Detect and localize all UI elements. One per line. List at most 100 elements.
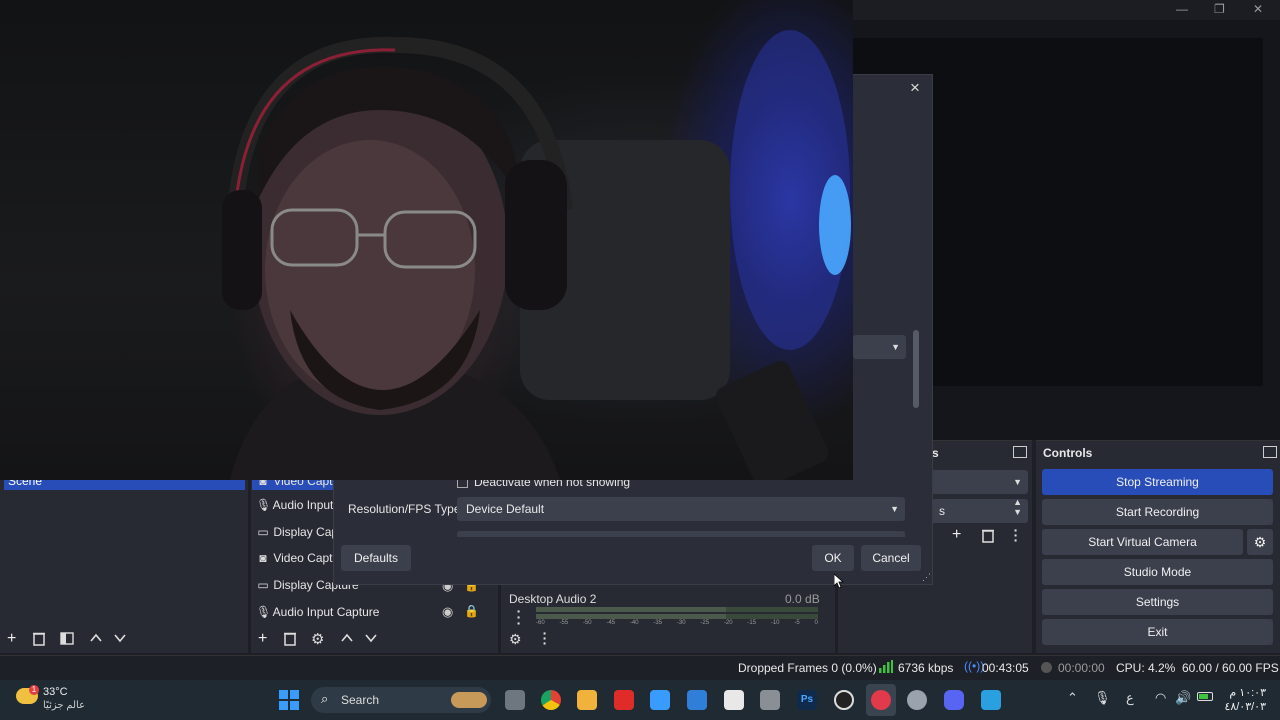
volume-meter (536, 607, 818, 612)
webcam-overlay (0, 0, 853, 480)
lock-icon[interactable]: 🔒 (464, 604, 479, 618)
mixer-scale: -60 -55 -50 -45 -40 -35 -30 -25 -20 -15 -10 -5 0 (536, 620, 818, 628)
stream-time: 00:43:05 (982, 661, 1029, 675)
dialog-close-icon[interactable]: × (910, 78, 920, 98)
virtual-camera-gear-icon[interactable]: ⚙ (1247, 529, 1273, 555)
discord-icon[interactable] (944, 690, 964, 710)
battery-icon[interactable] (1197, 692, 1213, 701)
scale-tick: -10 (770, 620, 780, 626)
source-item[interactable]: ◙ Video Captu (256, 546, 339, 570)
transition-duration-field[interactable]: s ▲ ▼ (930, 497, 1028, 523)
scale-tick: -5 (794, 620, 800, 626)
visibility-eye-icon[interactable]: ◉ (442, 604, 453, 620)
language-indicator[interactable]: ع (1126, 690, 1134, 706)
source-properties-gear-icon[interactable]: ⚙ (311, 630, 324, 648)
resize-grip-icon[interactable]: ⋰ (922, 572, 931, 583)
resolution-field-partial[interactable] (457, 531, 905, 537)
exit-button[interactable]: Exit (1042, 619, 1273, 645)
resolution-value: Device Default (466, 502, 545, 516)
app-window-icon-2[interactable] (687, 690, 707, 710)
source-item[interactable]: 🎙 Audio Input (256, 493, 333, 517)
stop-streaming-button[interactable]: Stop Streaming (1042, 469, 1273, 495)
device-select-tail[interactable]: ▼ (853, 335, 906, 359)
transitions-undock-icon[interactable] (1013, 446, 1027, 458)
duration-unit: s (939, 504, 945, 518)
photos-icon[interactable] (981, 690, 1001, 710)
remove-source-icon[interactable] (283, 631, 297, 649)
chrome-icon[interactable] (541, 690, 561, 710)
scale-tick: -25 (700, 620, 710, 626)
controls-title: Controls (1043, 446, 1093, 460)
clock-time[interactable]: ١٠:٠٣ م (1226, 686, 1266, 699)
source-item[interactable]: 🎙 Audio Input Capture (256, 600, 379, 624)
scene-filter-icon[interactable] (60, 632, 74, 648)
scale-tick: -50 (582, 620, 592, 626)
dialog-scrollbar[interactable] (913, 330, 919, 408)
ok-button[interactable]: OK (812, 545, 854, 571)
start-virtual-camera-button[interactable]: Start Virtual Camera (1042, 529, 1243, 555)
remove-transition-icon[interactable] (981, 528, 995, 546)
chevron-down-icon: ▼ (1013, 477, 1022, 487)
mixer-channel-name: Desktop Audio 2 (509, 592, 597, 606)
mixer-settings-gear-icon[interactable]: ⚙ (509, 631, 522, 648)
cancel-button[interactable]: Cancel (861, 545, 921, 571)
mic-icon: 🎙 (256, 605, 272, 619)
start-recording-button[interactable]: Start Recording (1042, 499, 1273, 525)
bitrate: 6736 kbps (898, 661, 954, 675)
source-label: Video Captu (273, 551, 340, 565)
source-item[interactable]: ▭ Display Cap (256, 520, 338, 544)
windows-start-icon[interactable] (279, 690, 299, 713)
usb-drive-icon[interactable] (760, 690, 780, 710)
defaults-button[interactable]: Defaults (341, 545, 411, 571)
chevron-up-icon[interactable]: ⌃ (1067, 690, 1078, 706)
youtube-icon[interactable] (614, 690, 634, 710)
settings-gear-app-icon[interactable] (907, 690, 927, 710)
add-scene-icon[interactable]: + (7, 630, 16, 648)
camera-icon: ◙ (259, 551, 267, 565)
app-window-icon[interactable] (650, 690, 670, 710)
monitor-icon: ▭ (257, 578, 269, 592)
photoshop-icon[interactable]: Ps (797, 690, 817, 710)
channel-menu-icon[interactable]: · · · (515, 604, 523, 630)
store-icon[interactable] (724, 690, 744, 710)
wifi-icon[interactable]: ◠ (1155, 690, 1166, 706)
transitions-title: s (932, 446, 939, 460)
weather-desc: عالم جزئيًا (43, 700, 86, 711)
add-transition-icon[interactable]: + (952, 526, 961, 544)
clock-date[interactable]: ٤٨/٠٣/٠٣ (1222, 700, 1266, 713)
maximize-icon[interactable]: ❐ (1214, 2, 1225, 16)
remove-scene-icon[interactable] (32, 631, 46, 649)
search-icon: ⌕ (321, 691, 329, 706)
resolution-select[interactable]: Device Default ▼ (457, 497, 905, 521)
studio-mode-button[interactable]: Studio Mode (1042, 559, 1273, 585)
obs-icon[interactable] (834, 690, 854, 710)
move-source-up-icon[interactable] (340, 631, 354, 648)
transition-menu-icon[interactable]: · · · (1012, 523, 1020, 547)
microphone-tray-icon[interactable]: 🎙 (1094, 690, 1111, 706)
chevron-down-icon: ▼ (891, 342, 900, 352)
transition-type-select[interactable]: ▼ (930, 470, 1028, 494)
close-window-icon[interactable]: ✕ (1253, 2, 1263, 16)
volume-icon[interactable]: 🔊 (1175, 690, 1191, 706)
add-source-icon[interactable]: + (258, 630, 267, 648)
webcam-scene-illustration (222, 30, 851, 480)
task-view-icon[interactable] (505, 690, 525, 710)
move-scene-down-icon[interactable] (113, 631, 127, 648)
mixer-menu-icon[interactable]: · · · (541, 626, 549, 650)
mouse-cursor-icon (833, 573, 845, 591)
dropped-frames: Dropped Frames 0 (0.0%) (738, 661, 877, 675)
file-explorer-icon[interactable] (577, 690, 597, 710)
scale-tick: -45 (606, 620, 616, 626)
controls-undock-icon[interactable] (1263, 446, 1277, 458)
move-scene-up-icon[interactable] (89, 631, 103, 648)
move-source-down-icon[interactable] (364, 631, 378, 648)
recorder-app-icon[interactable] (871, 690, 891, 710)
scale-tick: -40 (629, 620, 639, 626)
scale-tick: -20 (723, 620, 733, 626)
search-label: Search (341, 693, 380, 707)
volume-meter (536, 614, 818, 619)
minimize-icon[interactable]: — (1176, 2, 1188, 16)
taskbar-search-box[interactable]: ⌕ Search (311, 687, 491, 713)
weather-badge: 1 (29, 685, 39, 695)
settings-button[interactable]: Settings (1042, 589, 1273, 615)
